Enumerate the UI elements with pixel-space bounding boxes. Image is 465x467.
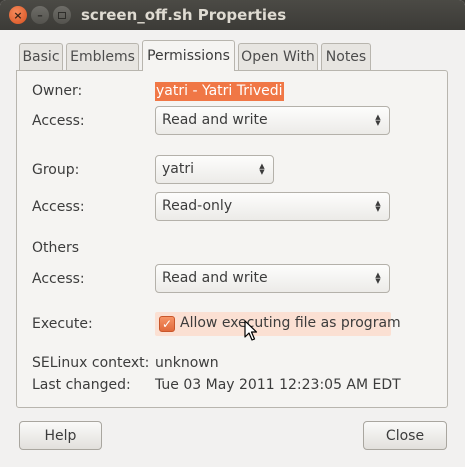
owner-value[interactable]: yatri - Yatri Trivedi [155, 82, 284, 101]
tab-emblems[interactable]: Emblems [66, 43, 139, 70]
selinux-label: SELinux context: [32, 355, 150, 371]
mouse-pointer-icon [244, 320, 258, 341]
others-label: Others [32, 240, 80, 256]
title-bar[interactable]: × – screen_off.sh Properties [0, 0, 465, 30]
updown-arrows-icon: ▲ ▼ [259, 162, 265, 176]
close-window-icon[interactable]: × [9, 6, 27, 24]
others-access-select[interactable]: Read and write ▲ ▼ [155, 264, 390, 293]
group-label: Group: [32, 162, 80, 178]
updown-arrows-icon: ▲ ▼ [375, 271, 381, 285]
tab-permissions[interactable]: Permissions [142, 40, 235, 71]
execute-checkbox-label[interactable]: Allow executing file as program [180, 315, 401, 331]
maximize-window-icon[interactable] [53, 6, 71, 24]
others-access-label: Access: [32, 271, 85, 287]
last-changed-label: Last changed: [32, 377, 131, 393]
window-title: screen_off.sh Properties [81, 6, 287, 24]
owner-access-value: Read and write [162, 112, 268, 128]
group-value: yatri [162, 161, 194, 177]
last-changed-value: Tue 03 May 2011 12:23:05 AM EDT [155, 377, 401, 393]
execute-label: Execute: [32, 316, 93, 332]
execute-checkbox[interactable]: ✓ [159, 316, 175, 332]
close-button[interactable]: Close [363, 421, 447, 450]
selinux-value: unknown [155, 355, 219, 371]
tab-basic[interactable]: Basic [19, 43, 63, 70]
owner-label: Owner: [32, 83, 83, 99]
group-select[interactable]: yatri ▲ ▼ [155, 155, 274, 184]
help-button[interactable]: Help [19, 421, 102, 450]
tab-notes[interactable]: Notes [321, 43, 371, 70]
updown-arrows-icon: ▲ ▼ [375, 199, 381, 213]
others-access-value: Read and write [162, 270, 268, 286]
updown-arrows-icon: ▲ ▼ [375, 113, 381, 127]
properties-window: × – screen_off.sh Properties Basic Emble… [0, 0, 465, 467]
minimize-window-icon[interactable]: – [31, 6, 49, 24]
owner-access-select[interactable]: Read and write ▲ ▼ [155, 106, 390, 135]
tab-open-with[interactable]: Open With [238, 43, 318, 70]
owner-access-label: Access: [32, 113, 85, 129]
group-access-select[interactable]: Read-only ▲ ▼ [155, 192, 390, 221]
group-access-label: Access: [32, 199, 85, 215]
group-access-value: Read-only [162, 198, 233, 214]
